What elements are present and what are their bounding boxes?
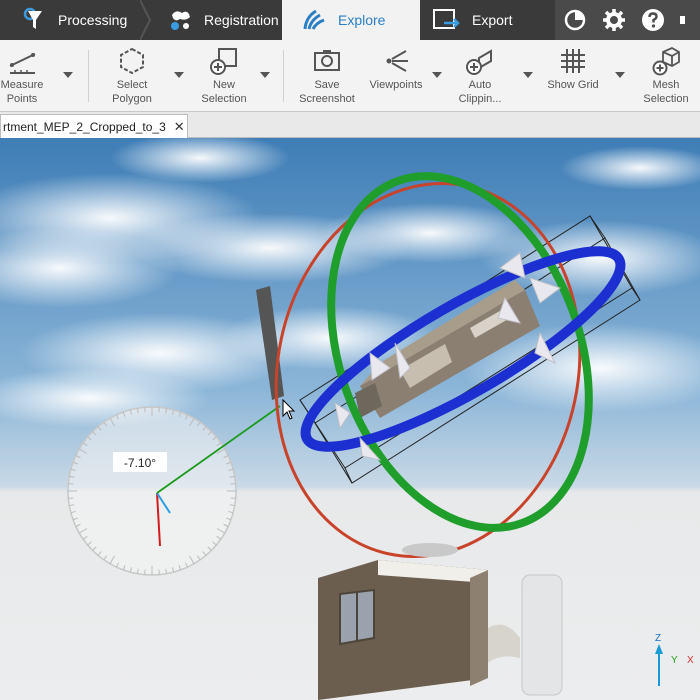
measure-dropdown-arrow-icon[interactable] [61,68,75,82]
rotation-readout: -7.10° [124,456,156,470]
registration-icon [171,11,190,30]
more-overflow-icon[interactable] [680,8,692,32]
close-tab-icon[interactable]: ✕ [174,119,185,135]
window-controls [555,0,700,40]
tab-registration[interactable]: Registration [160,0,280,40]
export-icon [433,9,460,29]
mesh-selection-button[interactable]: Mesh Selection [638,46,694,106]
ribbon-separator [283,50,284,102]
auto-clipping-icon [466,49,492,75]
document-tab[interactable]: rtment_MEP_2_Cropped_to_3 ✕ [0,114,188,138]
select-polygon-label: Select Polygon [112,79,152,105]
scene-canvas[interactable]: -7.10° Z Y X [0,138,700,700]
document-tab-strip: rtment_MEP_2_Cropped_to_3 ✕ [0,112,700,138]
document-tab-title: rtment_MEP_2_Cropped_to_3 [3,119,166,134]
tab-registration-label: Registration [204,12,279,28]
pie-chart-icon[interactable] [563,8,587,32]
save-screenshot-label: Save Screenshot [299,79,355,105]
funnel-gear-icon [23,7,42,29]
help-icon[interactable] [641,8,665,32]
tab-processing[interactable]: Processing [0,0,150,40]
grid-icon [561,49,585,73]
axis-x-label: X [687,655,694,666]
select-dropdown-arrow-icon[interactable] [172,68,186,82]
viewpoints-icon [386,50,408,72]
save-screenshot-button[interactable]: Save Screenshot [296,46,358,106]
axis-y-label: Y [671,655,678,666]
tab-export-label: Export [472,12,513,28]
mesh-selection-icon [652,46,680,76]
measure-points-icon [9,53,36,74]
viewpoints-button[interactable]: Viewpoints [366,46,426,92]
measure-points-label: Measure Points [0,79,44,105]
select-polygon-icon [120,47,144,75]
tab-divider-chevron [140,0,152,40]
new-selection-button[interactable]: New Selection [196,46,252,106]
tab-export[interactable]: Export [420,0,554,40]
settings-gear-icon[interactable] [602,8,626,32]
grid-dropdown-arrow-icon[interactable] [613,68,627,82]
measure-points-button[interactable]: Measure Points [0,46,44,106]
auto-clipping-button[interactable]: Auto Clippin... [452,46,508,106]
tab-processing-label: Processing [58,12,128,28]
new-selection-dropdown-arrow-icon[interactable] [258,68,272,82]
mesh-selection-label: Mesh Selection [643,79,689,105]
new-selection-label: New Selection [201,79,247,105]
viewpoints-label: Viewpoints [369,79,423,91]
clipping-dropdown-arrow-icon[interactable] [521,68,535,82]
show-grid-label: Show Grid [547,79,599,91]
tab-explore-label: Explore [338,12,386,28]
show-grid-button[interactable]: Show Grid [543,46,603,92]
viewpoints-dropdown-arrow-icon[interactable] [430,68,444,82]
axis-z-label: Z [655,633,661,644]
explore-icon [303,9,325,30]
ribbon-separator [88,50,89,102]
select-polygon-button[interactable]: Select Polygon [104,46,160,106]
camera-icon [314,50,340,71]
new-selection-icon [210,48,237,75]
auto-clipping-label: Auto Clippin... [458,79,502,105]
3d-viewport[interactable]: -7.10° Z Y X [0,138,700,700]
ribbon-toolbar: Measure Points Select Polygon New Select… [0,40,700,112]
tab-explore[interactable]: Explore [282,0,420,40]
top-navigation: Processing Registration Explore Export [0,0,700,40]
